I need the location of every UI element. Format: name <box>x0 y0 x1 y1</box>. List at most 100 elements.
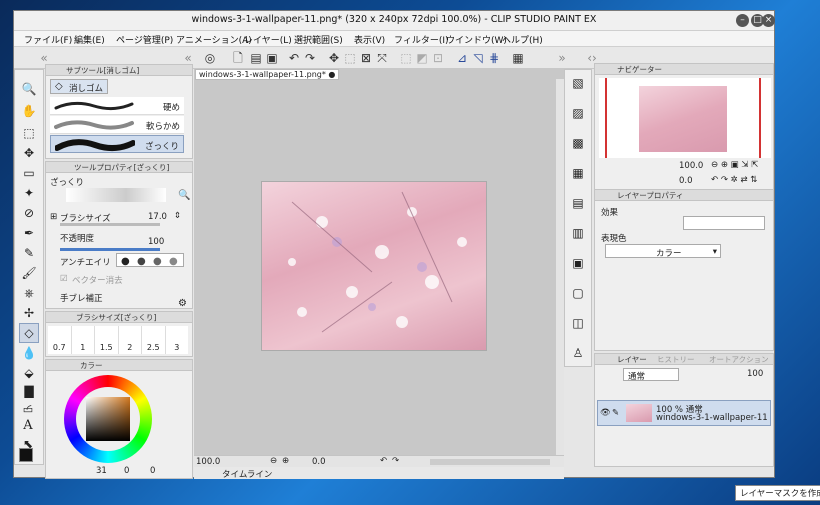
expand-right-icon[interactable]: » <box>554 50 570 66</box>
brush-size-option[interactable]: 0.7 <box>48 326 72 354</box>
rotate-right-icon[interactable]: ↷ <box>392 456 399 466</box>
antialias-selector[interactable]: ● ● ● ● <box>116 253 184 267</box>
hand-tool-icon[interactable]: ✋ <box>20 102 38 120</box>
opacity-value[interactable]: 100 <box>148 237 164 247</box>
auto-action-tab[interactable]: オートアクション <box>709 354 769 364</box>
brush-size-option[interactable]: 2 <box>118 326 142 354</box>
operation-tool-icon[interactable]: ⬚ <box>20 124 38 142</box>
fill-icon[interactable]: ⬚ <box>398 50 414 66</box>
close-icon[interactable]: × <box>762 14 775 27</box>
tool-property-tab[interactable]: ツールプロパティ[ざっくり] <box>46 162 192 173</box>
brush-size-option[interactable]: 1 <box>71 326 95 354</box>
main-color-swatch[interactable] <box>19 448 33 462</box>
rotate-icon[interactable]: ↶ ↷ ✲ ⇄ ⇅ <box>711 175 757 185</box>
layer-row[interactable]: 👁 ✎ 100 % 通常 windows-3-1-wallpaper-11 <box>597 400 771 426</box>
zoom-out-icon[interactable]: ⊖ ⊕ ▣ ⇲ ⇱ <box>711 160 758 170</box>
undo-icon[interactable]: ↶ <box>286 50 302 66</box>
clip-studio-icon[interactable]: ◎ <box>202 50 218 66</box>
zoom-tool-icon[interactable]: 🔍 <box>20 80 38 98</box>
material-icon[interactable]: ▤ <box>569 194 587 212</box>
subtool-group-button[interactable]: 消しゴム ◇ <box>50 79 108 94</box>
history-tab[interactable]: ヒストリー <box>657 354 695 364</box>
auto-select-icon[interactable]: ✦ <box>20 184 38 202</box>
color-mode-dropdown[interactable]: カラー ▾ <box>605 244 721 259</box>
aa-weak-icon[interactable]: ● <box>137 256 146 267</box>
menu-filter[interactable]: フィルター(I) <box>394 33 449 46</box>
horizontal-scrollbar[interactable] <box>430 459 550 465</box>
material-icon[interactable]: ▨ <box>569 104 587 122</box>
subtool-item-hard[interactable]: 硬め <box>50 97 184 115</box>
menu-view[interactable]: 表示(V) <box>354 33 385 46</box>
material-icon[interactable]: ▧ <box>569 74 587 92</box>
text-tool-icon[interactable]: A <box>19 417 37 435</box>
document-tab[interactable]: windows-3-1-wallpaper-11.png* ● <box>195 69 340 80</box>
material-icon[interactable]: ◫ <box>569 314 587 332</box>
opacity-slider[interactable] <box>60 248 160 251</box>
eraser-tool-icon[interactable]: ◇ <box>19 323 39 343</box>
brush-size-tab[interactable]: ブラシサイズ[ざっくり] <box>46 312 192 323</box>
aa-strong-icon[interactable]: ● <box>169 256 178 267</box>
grid-snap-icon[interactable]: ⋕ <box>486 50 502 66</box>
layer-tab[interactable]: レイヤー <box>617 354 647 364</box>
rotate-left-icon[interactable]: ↶ <box>380 456 387 466</box>
menu-edit[interactable]: 編集(E) <box>74 33 105 46</box>
subtool-tab[interactable]: サブツール[消しゴム] <box>46 65 192 76</box>
special-ruler-snap-icon[interactable]: ◹ <box>470 50 486 66</box>
brush-size-option[interactable]: 1.5 <box>95 326 119 354</box>
close-tab-icon[interactable]: ● <box>328 70 335 79</box>
airbrush-icon[interactable]: ⎈ <box>20 284 38 302</box>
eyedropper-icon[interactable]: ⊘ <box>20 204 38 222</box>
subtool-item-rough[interactable]: ざっくり <box>50 135 184 153</box>
color-tab[interactable]: カラー <box>46 360 192 371</box>
timeline-label[interactable]: タイムライン <box>222 468 272 480</box>
menu-help[interactable]: ヘルプ(H) <box>502 33 543 46</box>
zoom-preview-icon[interactable]: 🔍 <box>178 190 190 201</box>
ruler-snap-icon[interactable]: ⊿ <box>454 50 470 66</box>
clear-icon[interactable]: ✥ <box>326 50 342 66</box>
save-icon[interactable]: ▣ <box>264 50 280 66</box>
layer-property-tab[interactable]: レイヤープロパティ <box>595 190 773 201</box>
material-icon[interactable]: ▩ <box>569 134 587 152</box>
material-icon[interactable]: ▥ <box>569 224 587 242</box>
visibility-eye-icon[interactable]: 👁 <box>600 408 611 418</box>
zoom-in-icon[interactable]: ⊕ <box>282 456 289 466</box>
decoration-icon[interactable]: ✢ <box>20 304 38 322</box>
settings-icon[interactable]: ⚙ <box>178 298 187 309</box>
fill-tool-icon[interactable]: ⬙ <box>20 364 38 382</box>
selection-tool-icon[interactable]: ▭ <box>20 164 38 182</box>
transform-icon[interactable]: ⤧ <box>374 50 390 66</box>
hue-ring[interactable] <box>64 375 152 463</box>
new-file-icon[interactable]: 🗋 <box>230 50 246 66</box>
navigator-zoom[interactable]: 100.0 <box>679 161 703 171</box>
menu-page[interactable]: ページ管理(P) <box>116 33 173 46</box>
open-file-icon[interactable]: ▤ <box>248 50 264 66</box>
navigator-angle[interactable]: 0.0 <box>679 176 693 186</box>
saturation-value-box[interactable] <box>86 397 130 441</box>
navigator-view[interactable] <box>599 78 771 158</box>
zoom-value[interactable]: 100.0 <box>196 457 220 467</box>
material-icon[interactable]: ▣ <box>569 254 587 272</box>
brush-size-value[interactable]: 17.0 <box>148 212 167 222</box>
brush-size-slider[interactable] <box>60 223 160 226</box>
brush-lock-icon[interactable]: ✎ <box>612 408 619 418</box>
aa-none-icon[interactable]: ● <box>121 256 130 267</box>
aa-medium-icon[interactable]: ● <box>153 256 162 267</box>
expand-icon[interactable]: ◩ <box>414 50 430 66</box>
material-icon[interactable]: ▦ <box>569 164 587 182</box>
menu-animation[interactable]: アニメーション(A) <box>176 33 252 46</box>
vertical-scrollbar[interactable] <box>556 79 564 455</box>
brush-size-option[interactable]: 3 <box>165 326 188 354</box>
vector-erase-checkbox[interactable]: ☑ <box>60 274 68 284</box>
blend-tool-icon[interactable]: 💧 <box>20 344 38 362</box>
redo-icon[interactable]: ↷ <box>302 50 318 66</box>
pen-tool-icon[interactable]: ✒ <box>20 224 38 242</box>
menu-layer[interactable]: レイヤー(L) <box>244 33 292 46</box>
subtool-item-soft[interactable]: 軟らかめ <box>50 116 184 134</box>
menu-file[interactable]: ファイル(F) <box>24 33 72 46</box>
gradient-tool-icon[interactable]: ▇ <box>20 382 38 400</box>
plus-icon[interactable]: ⊞ <box>50 212 57 222</box>
transparent-icon[interactable]: ▦ <box>510 50 526 66</box>
canvas-image[interactable] <box>262 182 486 350</box>
crop-icon[interactable]: ⊡ <box>430 50 446 66</box>
pencil-tool-icon[interactable]: ✎ <box>20 244 38 262</box>
